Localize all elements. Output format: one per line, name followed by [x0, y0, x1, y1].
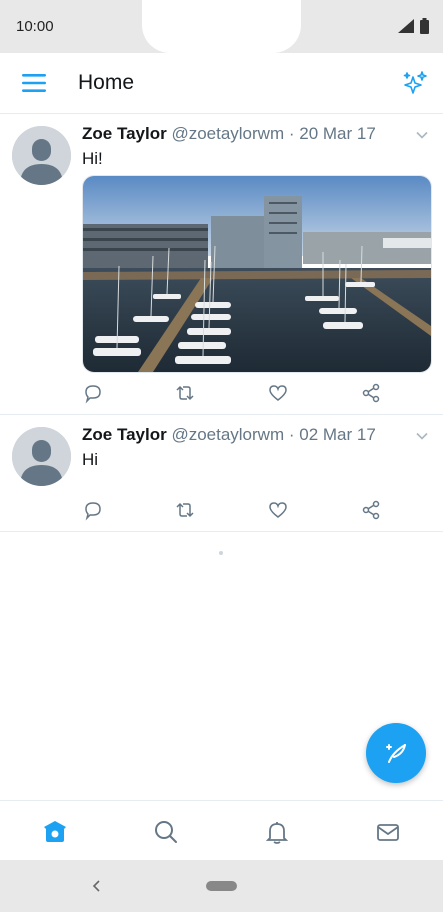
loading-indicator [219, 551, 223, 555]
home-icon[interactable] [42, 819, 68, 845]
avatar[interactable] [12, 427, 71, 486]
hamburger-menu-icon[interactable] [22, 71, 46, 95]
harbor-photo [83, 176, 431, 372]
tweet-date: 02 Mar 17 [299, 425, 376, 444]
separator-dot: · [288, 124, 295, 143]
heart-icon[interactable] [267, 499, 289, 521]
signal-icon [398, 19, 414, 33]
tweet-media-image[interactable] [82, 175, 432, 373]
compose-feather-icon [386, 744, 406, 763]
search-icon[interactable] [153, 819, 179, 845]
share-icon[interactable] [360, 382, 382, 404]
tweet-actions [82, 499, 382, 521]
status-time: 10:00 [16, 18, 54, 35]
chevron-down-icon[interactable] [415, 128, 429, 142]
back-chevron-icon[interactable] [88, 876, 106, 896]
page-title: Home [78, 71, 135, 94]
tweet-item[interactable]: Zoe Taylor @zoetaylorwm · 02 Mar 17 Hi [0, 415, 443, 532]
default-avatar-icon [12, 126, 71, 185]
system-navigation-bar [0, 860, 443, 912]
sparkle-icon[interactable] [401, 69, 429, 97]
bell-icon[interactable] [264, 819, 290, 845]
heart-icon[interactable] [267, 382, 289, 404]
camera-notch [142, 0, 301, 53]
author-handle[interactable]: @zoetaylorwm [171, 425, 284, 444]
tweet-actions [82, 382, 382, 404]
retweet-icon[interactable] [174, 382, 196, 404]
tweet-header: Zoe Taylor @zoetaylorwm · 20 Mar 17 [82, 124, 376, 144]
status-icons [398, 18, 429, 34]
author-name[interactable]: Zoe Taylor [82, 425, 167, 444]
share-icon[interactable] [360, 499, 382, 521]
tweet-text: Hi [82, 450, 99, 469]
separator-dot: · [288, 425, 295, 444]
tweet-date: 20 Mar 17 [299, 124, 376, 143]
author-name[interactable]: Zoe Taylor [82, 124, 167, 143]
default-avatar-icon [12, 427, 71, 486]
tweet-text: Hi! [82, 149, 103, 168]
battery-icon [420, 18, 429, 34]
author-handle[interactable]: @zoetaylorwm [171, 124, 284, 143]
app-screen: Home Zoe Taylor @zoetaylorwm · 20 Mar 17… [0, 53, 443, 860]
reply-icon[interactable] [82, 499, 104, 521]
mail-icon[interactable] [375, 819, 401, 845]
bottom-navigation [0, 800, 443, 860]
tweet-item[interactable]: Zoe Taylor @zoetaylorwm · 20 Mar 17 Hi! [0, 114, 443, 415]
tweet-header: Zoe Taylor @zoetaylorwm · 02 Mar 17 [82, 425, 376, 445]
reply-icon[interactable] [82, 382, 104, 404]
app-bar: Home [0, 53, 443, 114]
retweet-icon[interactable] [174, 499, 196, 521]
chevron-down-icon[interactable] [415, 429, 429, 443]
avatar[interactable] [12, 126, 71, 185]
home-pill-button[interactable] [206, 881, 237, 891]
compose-button[interactable] [366, 723, 426, 783]
status-bar: 10:00 [0, 0, 443, 53]
